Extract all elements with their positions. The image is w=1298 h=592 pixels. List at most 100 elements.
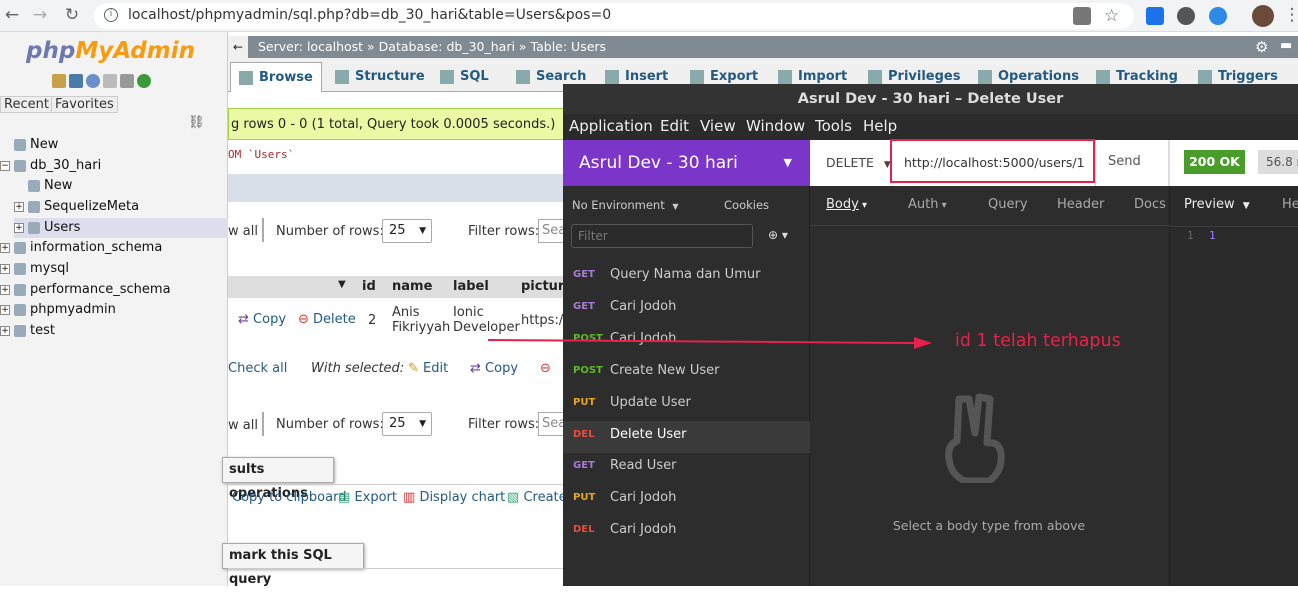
expand-icon[interactable]: +: [14, 201, 24, 212]
menu-application[interactable]: Application: [569, 117, 653, 135]
expand-icon[interactable]: +: [14, 222, 24, 233]
tree-item[interactable]: New: [14, 176, 72, 196]
check-all-link[interactable]: Check all: [228, 361, 287, 376]
tree-item[interactable]: + phpmyadmin: [0, 300, 116, 320]
request-item[interactable]: DEL Delete User: [563, 420, 810, 453]
tab-header[interactable]: Header: [1057, 197, 1104, 212]
create-view-link[interactable]: ▧ Create: [507, 490, 567, 505]
tab-browse[interactable]: Browse: [230, 62, 322, 92]
col-label[interactable]: label: [453, 279, 489, 294]
preview-dropdown[interactable]: Preview ▼: [1184, 197, 1250, 212]
expand-icon[interactable]: −: [0, 160, 10, 171]
tab-docs[interactable]: Docs: [1134, 197, 1166, 212]
info-icon[interactable]: i: [104, 8, 118, 22]
workspace-dropdown[interactable]: Asrul Dev - 30 hari ▼: [563, 140, 810, 186]
cookies-button[interactable]: Cookies: [724, 198, 769, 212]
collapse-icon[interactable]: ←: [228, 36, 248, 58]
request-item[interactable]: GET Cari Jodoh: [563, 293, 810, 325]
row-delete-button[interactable]: ⊖ Delete: [298, 312, 356, 327]
request-item[interactable]: GET Read User: [563, 452, 810, 484]
minimize-icon[interactable]: ▬: [1280, 38, 1292, 53]
col-name[interactable]: name: [392, 279, 432, 294]
extension-icon-3[interactable]: [1209, 7, 1227, 25]
link-icon[interactable]: ⛓: [188, 115, 205, 130]
extension-icon[interactable]: [1146, 7, 1164, 25]
tree-item[interactable]: + information_schema: [0, 238, 162, 258]
tab-query[interactable]: Query: [988, 197, 1028, 212]
tree-item[interactable]: + mysql: [0, 259, 69, 279]
tree-item[interactable]: + Users: [14, 218, 228, 238]
request-item[interactable]: PUT Update User: [563, 389, 810, 421]
expand-icon[interactable]: +: [0, 304, 10, 315]
request-item[interactable]: PUT Cari Jodoh: [563, 484, 810, 516]
tab-favorites[interactable]: Favorites: [51, 96, 118, 113]
menu-window[interactable]: Window: [746, 117, 805, 135]
expand-icon[interactable]: +: [0, 325, 10, 336]
expand-icon[interactable]: +: [0, 284, 10, 295]
tab-sql[interactable]: SQL: [440, 66, 489, 88]
extension-icon-2[interactable]: [1177, 7, 1195, 25]
request-item[interactable]: DEL Cari Jodoh: [563, 516, 810, 548]
add-icon[interactable]: ⊕ ▾: [768, 228, 788, 242]
show-all[interactable]: w all: [228, 224, 258, 239]
bulk-copy-button[interactable]: ⇄ Copy: [470, 361, 518, 376]
send-button[interactable]: Send: [1108, 154, 1141, 169]
bulk-delete-icon[interactable]: ⊖: [540, 361, 551, 376]
tab-body[interactable]: Body ▾: [826, 197, 867, 212]
tab-header[interactable]: He: [1282, 197, 1298, 212]
url-input[interactable]: http://localhost:5000/users/1: [890, 139, 1095, 183]
menu-icon[interactable]: ⋮: [1280, 4, 1298, 26]
num-rows-select[interactable]: 25 ▼: [382, 219, 432, 243]
docs-icon[interactable]: [103, 74, 117, 88]
gear-icon[interactable]: ⚙: [1255, 38, 1268, 56]
status-badge: 200 OK: [1184, 150, 1245, 174]
num-rows-select-bottom[interactable]: 25 ▼: [382, 412, 432, 436]
tab-recent[interactable]: Recent: [0, 96, 53, 113]
menu-edit[interactable]: Edit: [660, 117, 689, 135]
export-link[interactable]: ▤ Export: [338, 490, 397, 505]
avatar[interactable]: [1252, 5, 1274, 27]
request-item[interactable]: GET Query Nama dan Umur: [563, 261, 810, 293]
menu-help[interactable]: Help: [863, 117, 897, 135]
tab-structure[interactable]: Structure: [335, 66, 425, 88]
address-bar[interactable]: i localhost/phpmyadmin/sql.php?db=db_30_…: [94, 3, 1134, 29]
star-icon[interactable]: ☆: [1104, 7, 1122, 25]
settings-icon[interactable]: [120, 74, 134, 88]
request-item[interactable]: POST Create New User: [563, 357, 810, 389]
home-icon[interactable]: [52, 74, 66, 88]
col-id[interactable]: id: [362, 279, 376, 294]
display-chart-link[interactable]: ▥ Display chart: [403, 490, 505, 505]
refresh-icon[interactable]: [137, 74, 151, 88]
row-copy-label: Copy: [253, 312, 287, 327]
help-icon[interactable]: [86, 74, 100, 88]
bulk-edit-button[interactable]: ✎ Edit: [408, 361, 448, 376]
tree-item[interactable]: New: [0, 135, 58, 155]
request-method: PUT: [573, 492, 596, 504]
tree-item[interactable]: + SequelizeMeta: [14, 197, 139, 217]
pma-logo[interactable]: phpMyAdmin: [26, 38, 195, 64]
back-icon[interactable]: ←: [0, 4, 24, 26]
reload-icon[interactable]: ↻: [60, 4, 84, 26]
tab-icon: [440, 69, 454, 84]
tab-icon: [335, 69, 349, 84]
show-all-bottom[interactable]: w all: [228, 418, 258, 433]
method-select[interactable]: DELETE ▼: [826, 155, 891, 170]
sort-icon[interactable]: ▼: [338, 279, 346, 290]
tree-item[interactable]: + test: [0, 321, 55, 341]
expand-icon[interactable]: +: [0, 242, 10, 253]
logout-icon[interactable]: [69, 74, 83, 88]
tab-auth[interactable]: Auth ▾: [908, 197, 947, 212]
menu-view[interactable]: View: [700, 117, 736, 135]
filter-input[interactable]: Filter: [571, 224, 753, 248]
tab-label: Docs: [1134, 197, 1166, 212]
tree-item[interactable]: − db_30_hari: [0, 156, 101, 176]
menu-tools[interactable]: Tools: [815, 117, 852, 135]
row-copy-button[interactable]: ⇄ Copy: [238, 312, 286, 327]
tab-label: Auth: [908, 197, 939, 212]
translate-icon[interactable]: [1073, 7, 1091, 25]
expand-icon[interactable]: +: [0, 263, 10, 274]
copy-to-clipboard-link[interactable]: Copy to clipboard: [232, 490, 346, 505]
environment-dropdown[interactable]: No Environment ▼: [572, 198, 679, 212]
tree-item[interactable]: + performance_schema: [0, 280, 171, 300]
forward-icon[interactable]: →: [28, 4, 52, 26]
